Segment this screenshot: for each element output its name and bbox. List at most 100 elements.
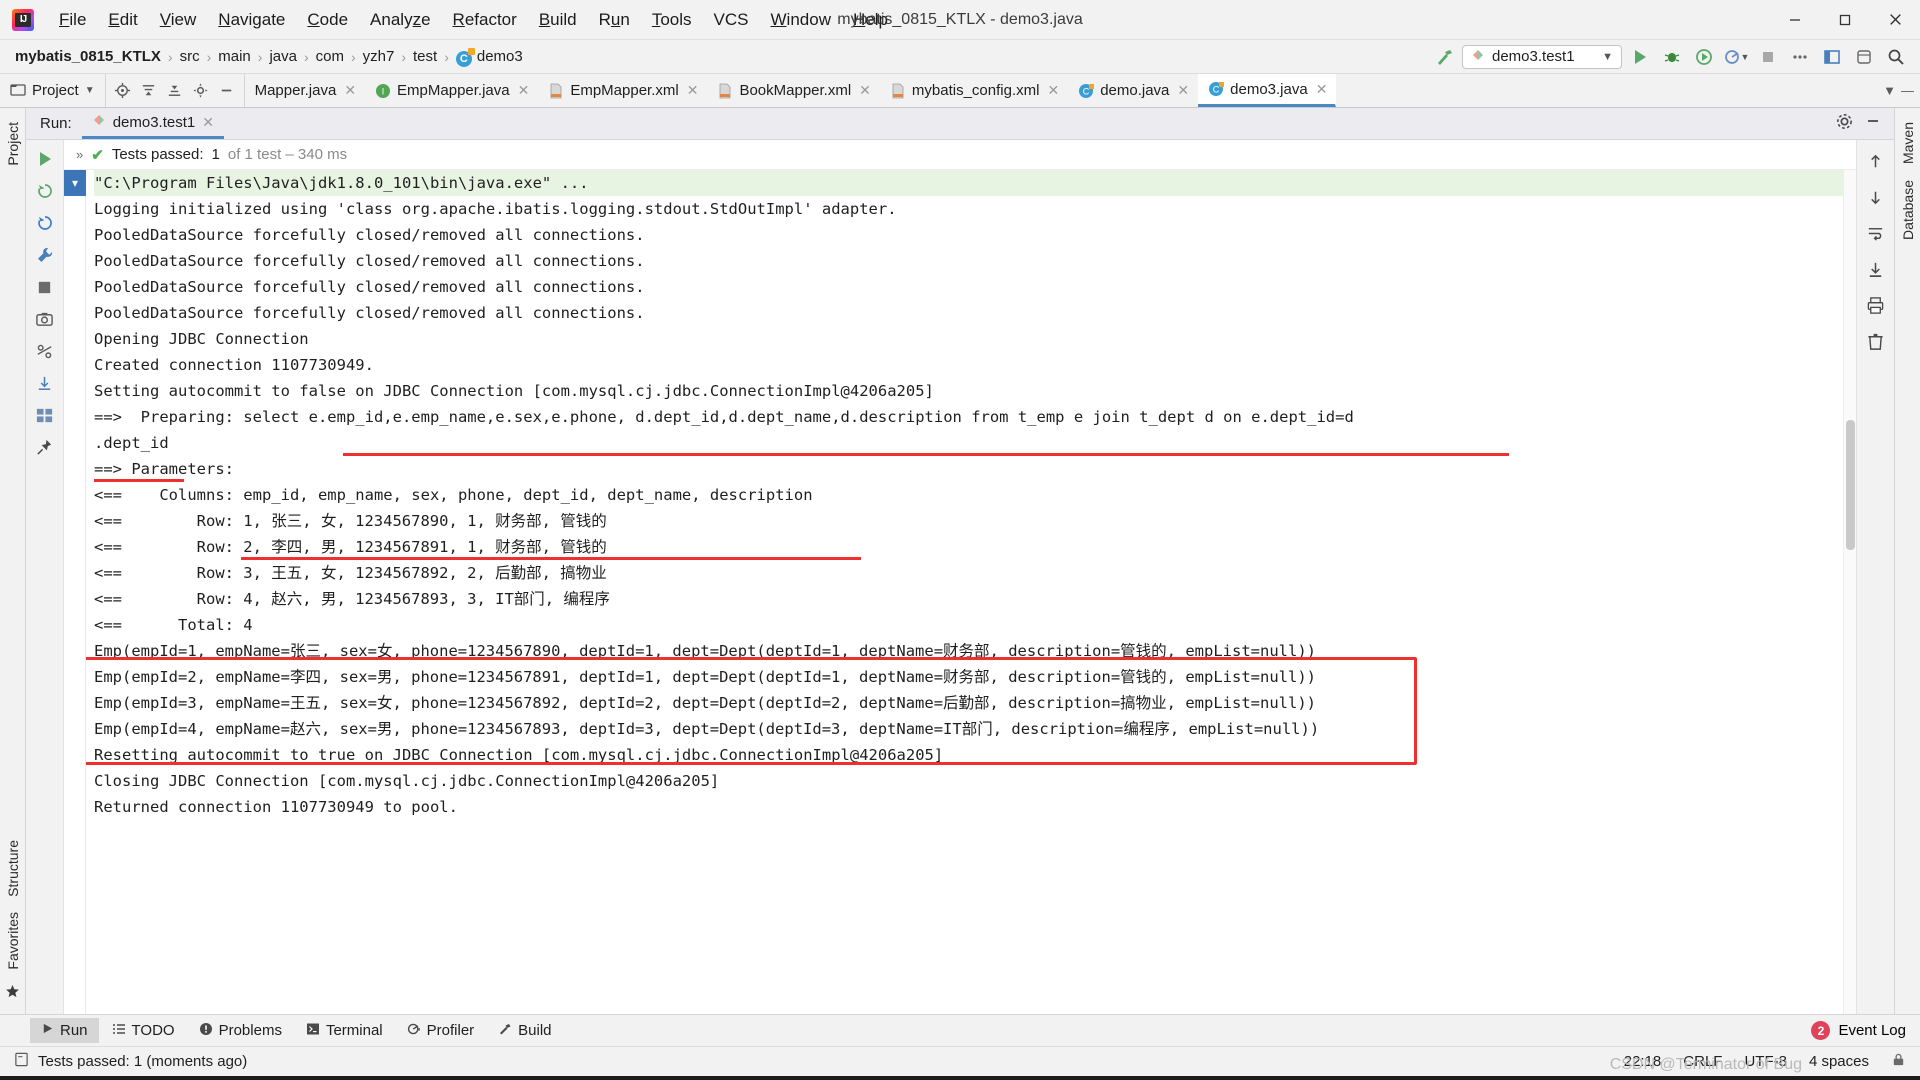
menu-vcs[interactable]: VCS xyxy=(703,6,760,34)
search-everywhere-button[interactable] xyxy=(1882,44,1910,70)
run-tab-demo3-test1[interactable]: demo3.test1 ✕ xyxy=(81,108,224,139)
bottom-tab-terminal[interactable]: Terminal xyxy=(295,1018,394,1044)
tab-mapper-java[interactable]: Mapper.java ✕ xyxy=(245,74,365,107)
profile-button[interactable]: ▼ xyxy=(1722,44,1750,70)
stop-icon[interactable] xyxy=(30,272,60,302)
project-tool-button[interactable]: Project ▼ xyxy=(0,74,106,107)
run-configuration-selector[interactable]: demo3.test1 ▼ xyxy=(1462,44,1622,69)
menu-view[interactable]: View xyxy=(149,6,208,34)
console-line: Emp(empId=4, empName=赵六, sex=男, phone=12… xyxy=(94,720,1320,738)
wrench-icon[interactable] xyxy=(30,240,60,270)
rerun-icon[interactable] xyxy=(30,144,60,174)
bottom-tab-todo[interactable]: TODO xyxy=(101,1018,186,1044)
minimize-button[interactable] xyxy=(1770,0,1820,39)
sidebar-item-favorites[interactable]: Favorites xyxy=(3,904,23,978)
soft-wrap-icon[interactable] xyxy=(1861,218,1891,248)
maximize-button[interactable] xyxy=(1820,0,1870,39)
menu-navigate[interactable]: Navigate xyxy=(207,6,296,34)
breadcrumb-item-com[interactable]: com xyxy=(313,48,347,65)
settings-icon[interactable] xyxy=(30,336,60,366)
close-icon[interactable]: ✕ xyxy=(518,82,530,99)
console-scrollbar[interactable] xyxy=(1843,170,1856,1014)
close-icon[interactable]: ✕ xyxy=(1047,82,1059,99)
collapse-all-icon[interactable] xyxy=(164,80,186,102)
sidebar-item-structure[interactable]: Structure xyxy=(3,832,23,905)
clear-all-icon[interactable] xyxy=(1861,326,1891,356)
chevron-down-icon[interactable]: ▼ xyxy=(1883,83,1896,98)
menu-refactor[interactable]: Refactor xyxy=(442,6,528,34)
layout-button[interactable] xyxy=(1818,44,1846,70)
menu-analyze[interactable]: Analyze xyxy=(359,6,442,34)
expand-all-icon[interactable] xyxy=(138,80,160,102)
tab-mybatis-config-xml[interactable]: mybatis_config.xml ✕ xyxy=(880,74,1068,107)
menu-tools[interactable]: Tools xyxy=(641,6,703,34)
build-button[interactable] xyxy=(1430,44,1458,70)
sidebar-item-maven[interactable]: Maven xyxy=(1898,114,1918,172)
pin-icon[interactable] xyxy=(30,432,60,462)
breadcrumb-item-test[interactable]: test xyxy=(410,48,440,65)
settings-gear-icon[interactable] xyxy=(190,80,212,102)
console-output[interactable]: "C:\Program Files\Java\jdk1.8.0_101\bin\… xyxy=(86,170,1856,1014)
tabs-overflow[interactable]: ▼ — xyxy=(1877,74,1920,107)
breadcrumb-item-src[interactable]: src xyxy=(177,48,203,65)
close-icon[interactable]: ✕ xyxy=(344,82,356,99)
close-icon[interactable]: ✕ xyxy=(202,114,214,131)
indent-indicator[interactable]: 4 spaces xyxy=(1809,1053,1869,1070)
scrollbar-thumb[interactable] xyxy=(1846,420,1855,550)
close-icon[interactable]: ✕ xyxy=(859,82,871,99)
tab-empmapper-xml[interactable]: EmpMapper.xml ✕ xyxy=(538,74,707,107)
lock-icon[interactable] xyxy=(1891,1052,1906,1071)
sidebar-item-project[interactable]: Project xyxy=(3,114,23,174)
bottom-tab-problems[interactable]: Problems xyxy=(188,1018,293,1044)
encoding-indicator[interactable]: UTF-8 xyxy=(1744,1053,1787,1070)
line-separator-indicator[interactable]: CRLF xyxy=(1683,1053,1722,1070)
event-log-label[interactable]: Event Log xyxy=(1838,1022,1906,1039)
chevron-right-icon[interactable]: » xyxy=(76,147,83,162)
breadcrumb-item-demo3[interactable]: Cdemo3 xyxy=(453,47,526,67)
close-icon[interactable]: ✕ xyxy=(1177,82,1189,99)
locate-icon[interactable] xyxy=(112,80,134,102)
tab-empmapper-java[interactable]: I EmpMapper.java ✕ xyxy=(365,74,538,107)
screenshot-icon[interactable] xyxy=(30,304,60,334)
tab-demo-java[interactable]: C demo.java ✕ xyxy=(1068,74,1198,107)
run-button[interactable] xyxy=(1626,44,1654,70)
menu-edit[interactable]: Edit xyxy=(97,6,148,34)
collapse-chevron-icon[interactable]: ▾ xyxy=(64,170,86,196)
bottom-tab-run[interactable]: Run xyxy=(30,1018,99,1043)
gear-icon[interactable] xyxy=(1835,112,1854,136)
hide-icon[interactable] xyxy=(216,80,238,102)
close-icon[interactable]: ✕ xyxy=(687,82,699,99)
more-actions-button[interactable] xyxy=(1786,44,1814,70)
bottom-tab-build[interactable]: Build xyxy=(487,1018,562,1044)
layout-icon[interactable] xyxy=(30,400,60,430)
run-with-coverage-button[interactable] xyxy=(1690,44,1718,70)
menu-file[interactable]: File xyxy=(48,6,97,34)
stop-button[interactable] xyxy=(1754,44,1782,70)
close-icon[interactable]: ✕ xyxy=(1316,81,1328,98)
breadcrumb-item-main[interactable]: main xyxy=(215,48,254,65)
breadcrumb-item-yzh7[interactable]: yzh7 xyxy=(360,48,398,65)
scroll-to-end-icon[interactable] xyxy=(1861,254,1891,284)
menu-code[interactable]: Code xyxy=(296,6,359,34)
menu-window[interactable]: Window xyxy=(760,6,842,34)
scroll-down-icon[interactable] xyxy=(1861,182,1891,212)
rerun-failed-tests-icon[interactable] xyxy=(30,176,60,206)
debug-button[interactable] xyxy=(1658,44,1686,70)
export-icon[interactable] xyxy=(30,368,60,398)
sidebar-item-database[interactable]: Database xyxy=(1898,172,1918,248)
toggle-auto-test-icon[interactable] xyxy=(30,208,60,238)
hide-icon[interactable] xyxy=(1864,112,1882,135)
tab-demo3-java[interactable]: C demo3.java ✕ xyxy=(1198,74,1337,107)
scroll-up-icon[interactable] xyxy=(1861,146,1891,176)
bottom-tab-profiler[interactable]: Profiler xyxy=(396,1018,486,1044)
menu-run[interactable]: Run xyxy=(588,6,641,34)
hide-icon[interactable]: — xyxy=(1901,83,1914,98)
tab-bookmapper-xml[interactable]: BookMapper.xml ✕ xyxy=(707,74,879,107)
settings-button[interactable] xyxy=(1850,44,1878,70)
breadcrumb-item-project[interactable]: mybatis_0815_KTLX xyxy=(12,48,164,65)
breadcrumb-item-java[interactable]: java xyxy=(266,48,300,65)
menu-help[interactable]: Help xyxy=(842,6,899,34)
close-button[interactable] xyxy=(1870,0,1920,39)
menu-build[interactable]: Build xyxy=(528,6,588,34)
print-icon[interactable] xyxy=(1861,290,1891,320)
